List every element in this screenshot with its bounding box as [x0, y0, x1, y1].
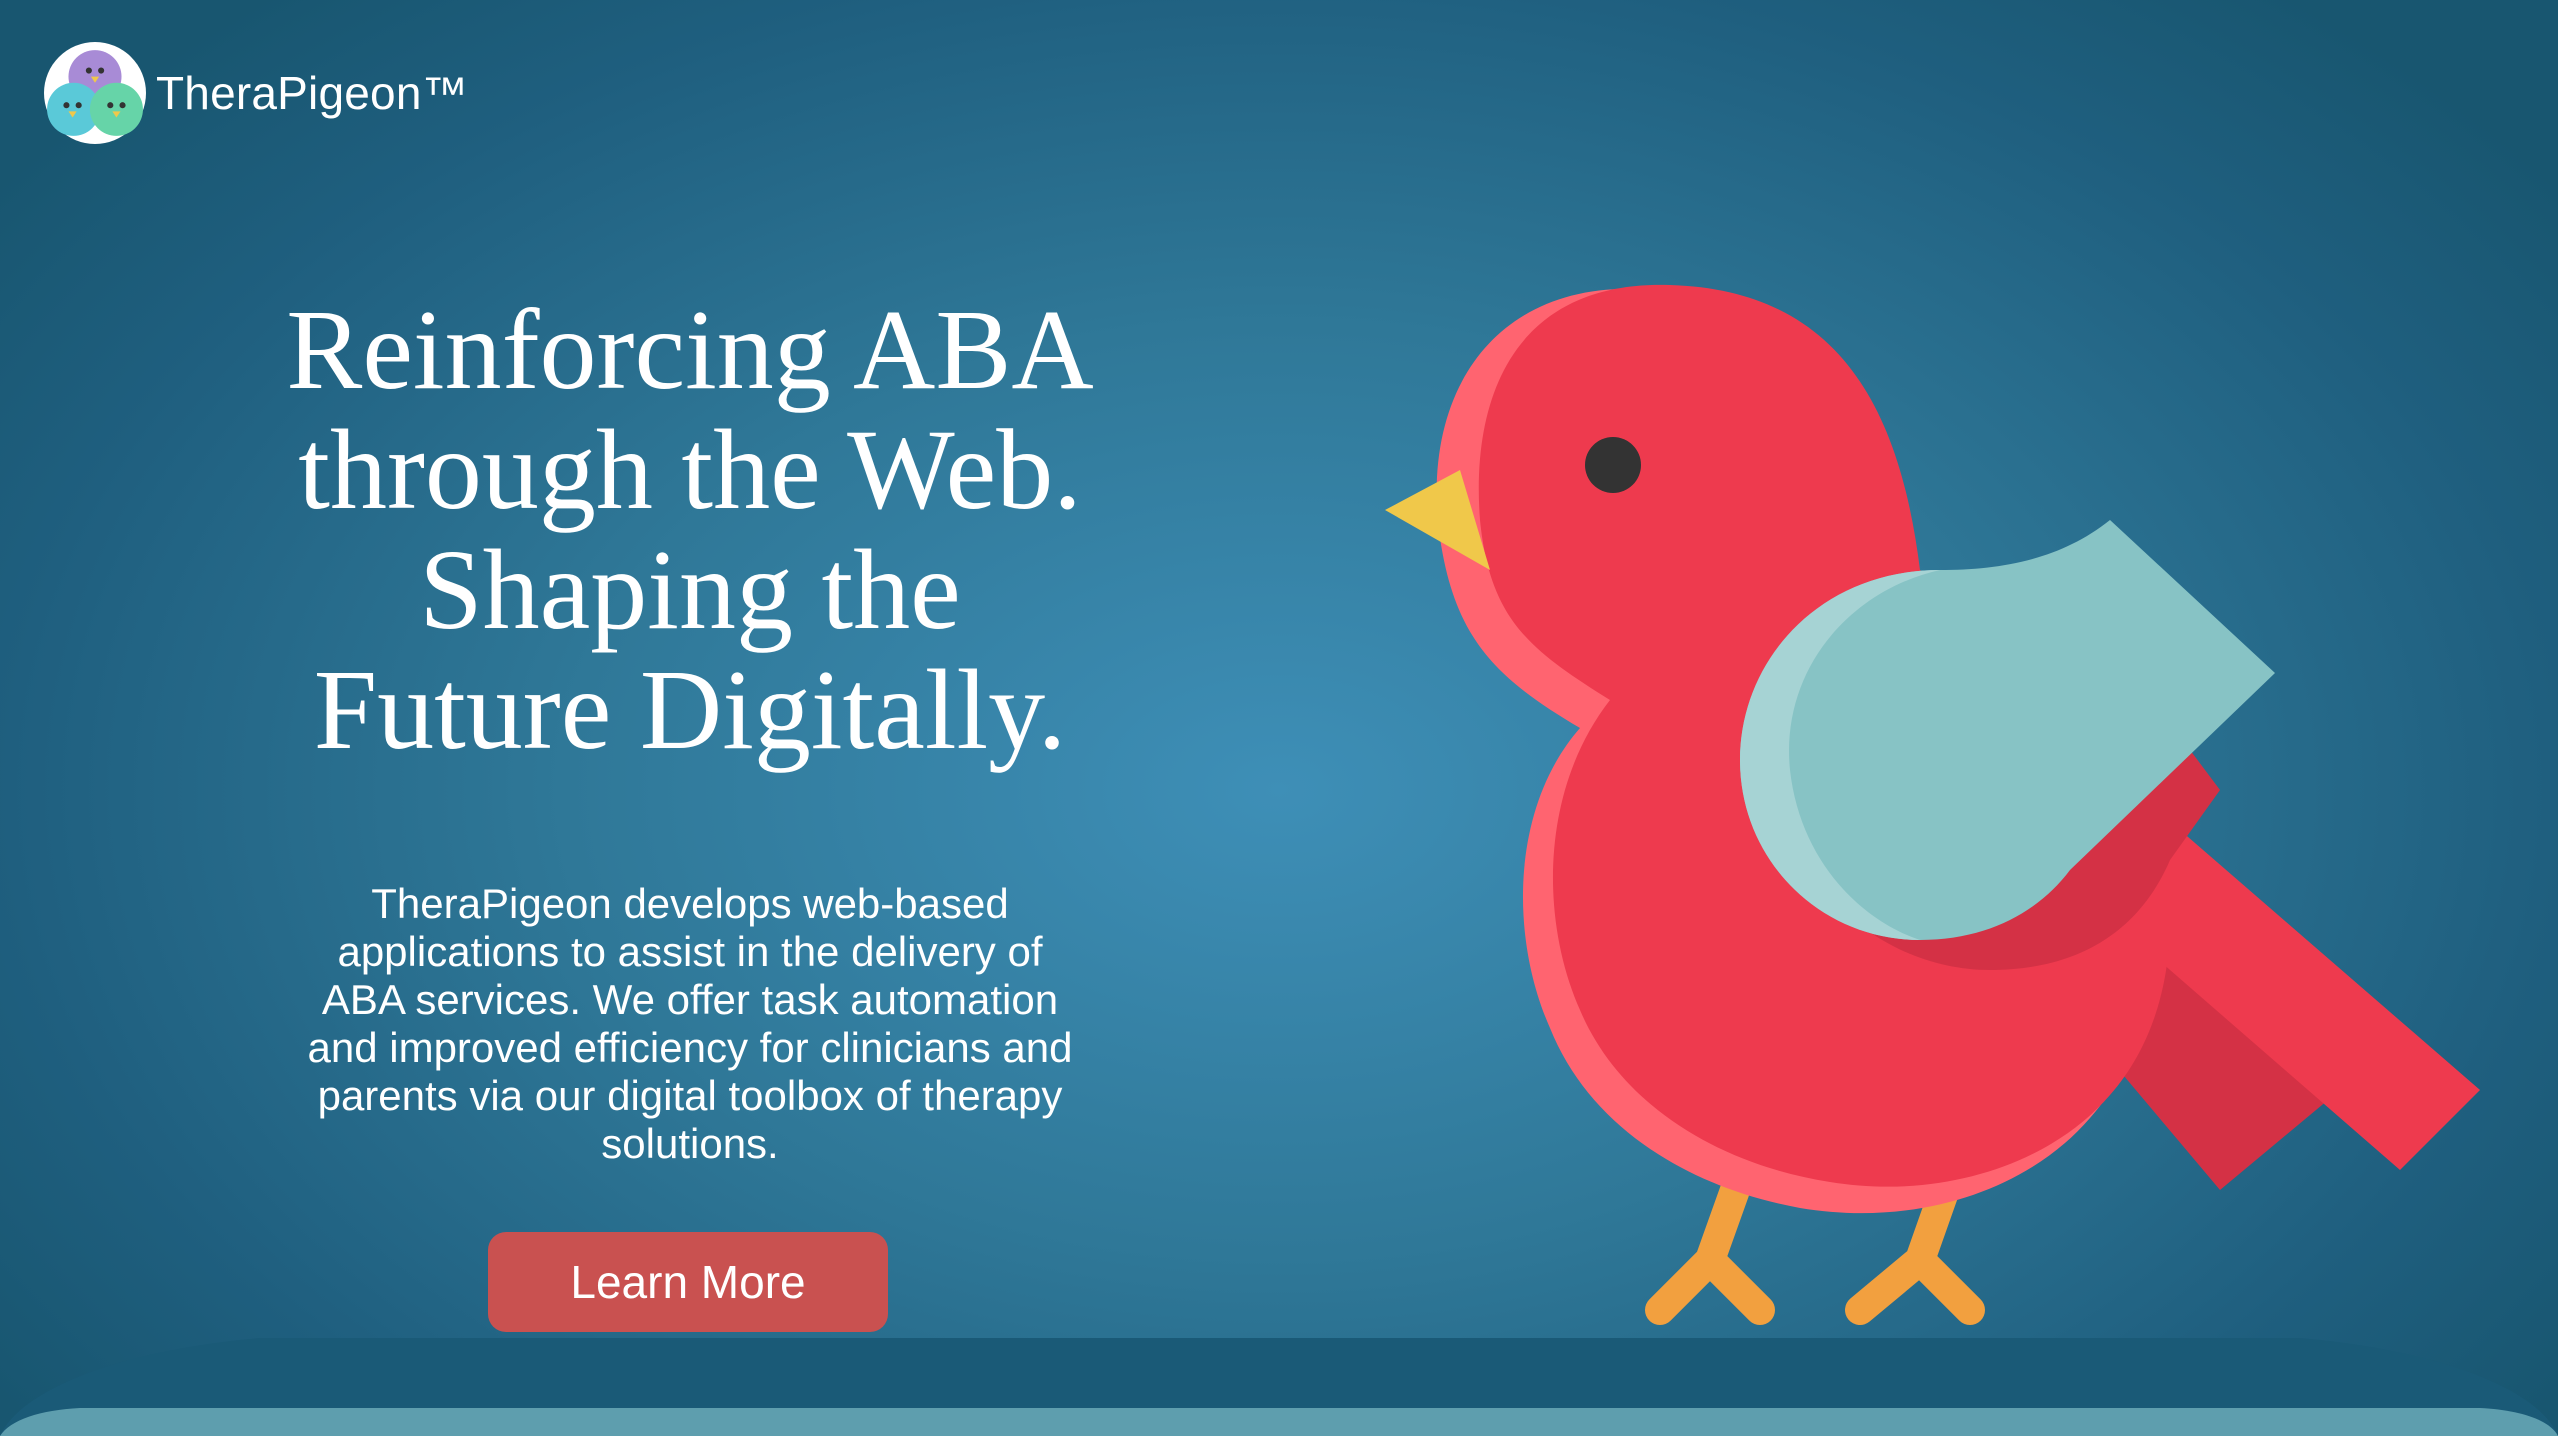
brand-header[interactable]: TheraPigeon™ [44, 42, 468, 144]
headline-line: Future Digitally. [313, 646, 1067, 773]
description-line: applications to assist in the delivery o… [337, 928, 1043, 975]
red-bird-icon [1385, 284, 2480, 1325]
headline-line: Reinforcing ABA [286, 286, 1094, 413]
headline-line: through the Web. [298, 406, 1082, 533]
landing-page: TheraPigeon™ Reinforcing ABA through the… [0, 0, 2558, 1436]
hero-description: TheraPigeon develops web-based applicati… [255, 880, 1125, 1168]
description-line: solutions. [601, 1120, 779, 1167]
description-line: parents via our digital toolbox of thera… [317, 1072, 1063, 1119]
description-line: ABA services. We offer task automation [321, 976, 1059, 1023]
headline-line: Shaping the [419, 526, 961, 653]
bottom-wave-divider [0, 1338, 2558, 1436]
learn-more-button[interactable]: Learn More [488, 1232, 888, 1332]
brand-name: TheraPigeon™ [156, 67, 468, 119]
description-line: TheraPigeon develops web-based [371, 880, 1009, 927]
description-line: and improved efficiency for clinicians a… [307, 1024, 1073, 1071]
hero-text: Reinforcing ABA through the Web. Shaping… [190, 290, 1190, 1168]
three-birds-logo-icon[interactable] [44, 42, 146, 144]
hero-headline: Reinforcing ABA through the Web. Shaping… [190, 290, 1190, 770]
